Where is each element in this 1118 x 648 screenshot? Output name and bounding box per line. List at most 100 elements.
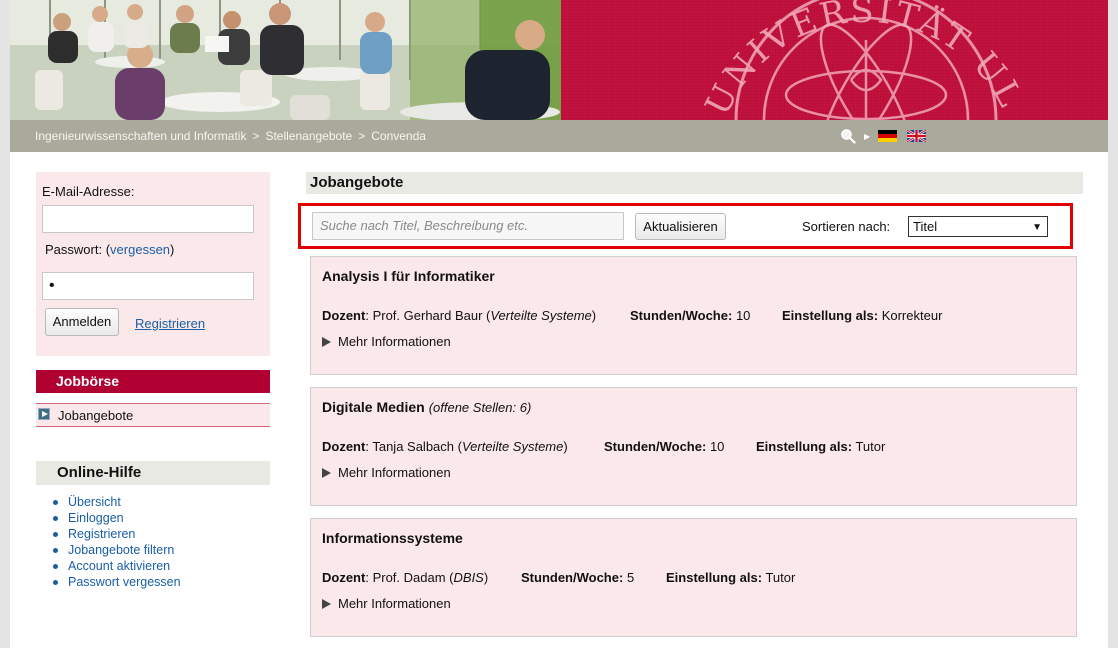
password-label-text: Passwort: xyxy=(45,242,103,257)
help-link-register[interactable]: Registrieren xyxy=(68,527,135,541)
search-input[interactable]: Suche nach Titel, Beschreibung etc. xyxy=(312,212,624,240)
hours-label: Stunden/Woche: xyxy=(604,439,707,454)
hours-value: 5 xyxy=(626,570,635,585)
svg-text:UNIVERSITÄT ULM: UNIVERSITÄT ULM xyxy=(561,0,1031,120)
email-label: E-Mail-Adresse: xyxy=(42,184,135,199)
help-link-login[interactable]: Einloggen xyxy=(68,511,124,525)
paren-close: ) xyxy=(170,242,175,257)
login-button[interactable]: Anmelden xyxy=(45,308,119,336)
job-hours: Stunden/Woche: 10 xyxy=(604,439,724,454)
job-card: Informationssysteme Dozent: Prof. Dadam … xyxy=(310,518,1077,637)
help-list: Übersicht Einloggen Registrieren Jobange… xyxy=(52,494,181,590)
job-role: Einstellung als: Tutor xyxy=(756,439,885,454)
breadcrumb-item-jobs[interactable]: Stellenangebote xyxy=(265,129,352,143)
help-link-overview[interactable]: Übersicht xyxy=(68,495,121,509)
help-heading: Online-Hilfe xyxy=(36,461,270,485)
job-title-text: Analysis I für Informatiker xyxy=(322,268,495,284)
breadcrumb-separator: > xyxy=(252,129,260,143)
dropdown-arrow-icon: ▼ xyxy=(1032,222,1042,233)
breadcrumb: Ingenieurwissenschaften und Informatik > S… xyxy=(35,129,426,143)
site-header: UNIVERSITÄT ULM xyxy=(0,0,1118,120)
more-info-toggle[interactable]: Mehr Informationen xyxy=(322,596,451,611)
password-label: Passwort: (vergessen) xyxy=(45,242,174,257)
password-field[interactable]: • xyxy=(42,272,254,300)
help-item-login: Einloggen xyxy=(52,510,181,526)
role-value: Tutor xyxy=(855,439,886,454)
job-hours: Stunden/Woche: 10 xyxy=(630,308,750,323)
breadcrumb-item-faculty[interactable]: Ingenieurwissenschaften und Informatik xyxy=(35,129,246,143)
job-title: Analysis I für Informatiker xyxy=(322,268,495,284)
role-label: Einstellung als: xyxy=(666,570,763,585)
dozent-name: Prof. Dadam xyxy=(372,570,446,585)
job-role: Einstellung als: Tutor xyxy=(666,570,795,585)
header-tools: ▶ xyxy=(840,127,936,145)
arrow-right-icon xyxy=(38,408,50,420)
dozent-label: Dozent xyxy=(322,570,366,585)
help-item-register: Registrieren xyxy=(52,526,181,542)
dozent-label: Dozent xyxy=(322,439,366,454)
more-info-label: Mehr Informationen xyxy=(338,334,451,349)
search-icon[interactable] xyxy=(840,128,856,144)
hours-label: Stunden/Woche: xyxy=(521,570,624,585)
help-item-activate: Account aktivieren xyxy=(52,558,181,574)
job-title: Digitale Medien (offene Stellen: 6) xyxy=(322,399,531,415)
more-info-label: Mehr Informationen xyxy=(338,465,451,480)
dozent-group: Verteilte Systeme xyxy=(490,308,592,323)
hours-value: 10 xyxy=(709,439,725,454)
page-title: Jobangebote xyxy=(306,172,1083,194)
job-title-text: Informationssysteme xyxy=(322,530,463,546)
breadcrumb-item-convenda[interactable]: Convenda xyxy=(371,129,426,143)
sidebar-item-jobangebote[interactable]: Jobangebote xyxy=(36,403,270,427)
hours-value: 10 xyxy=(735,308,751,323)
help-item-overview: Übersicht xyxy=(52,494,181,510)
triangle-right-icon xyxy=(322,337,331,347)
sidebar-item-label: Jobangebote xyxy=(58,408,134,423)
role-value: Tutor xyxy=(765,570,796,585)
role-value: Korrekteur xyxy=(881,308,943,323)
job-dozent: Dozent: Prof. Dadam (DBIS) xyxy=(322,570,489,585)
breadcrumb-bar: Ingenieurwissenschaften und Informatik > S… xyxy=(10,120,1108,152)
job-dozent: Dozent: Tanja Salbach (Verteilte Systeme… xyxy=(322,439,568,454)
triangle-right-icon xyxy=(322,468,331,478)
university-seal-icon: UNIVERSITÄT ULM xyxy=(561,0,1031,120)
dozent-group: Verteilte Systeme xyxy=(461,439,564,454)
role-label: Einstellung als: xyxy=(756,439,853,454)
register-link[interactable]: Registrieren xyxy=(135,316,205,331)
dozent-group: DBIS xyxy=(453,570,484,585)
jobboerse-heading: Jobbörse xyxy=(36,370,270,393)
sort-selected-value: Titel xyxy=(913,219,938,234)
refresh-button[interactable]: Aktualisieren xyxy=(635,213,726,240)
job-title: Informationssysteme xyxy=(322,530,463,546)
help-link-activate[interactable]: Account aktivieren xyxy=(68,559,170,573)
german-flag-icon[interactable] xyxy=(878,130,898,142)
job-role: Einstellung als: Korrekteur xyxy=(782,308,942,323)
sort-label: Sortieren nach: xyxy=(802,219,891,234)
help-link-filter[interactable]: Jobangebote filtern xyxy=(68,543,174,557)
dozent-name: Prof. Gerhard Baur xyxy=(372,308,483,323)
more-info-toggle[interactable]: Mehr Informationen xyxy=(322,334,451,349)
open-positions-count: (offene Stellen: 6) xyxy=(428,400,532,415)
caret-right-icon: ▶ xyxy=(864,131,871,141)
role-label: Einstellung als: xyxy=(782,308,879,323)
header-photo xyxy=(10,0,561,120)
university-banner: UNIVERSITÄT ULM xyxy=(561,0,1108,120)
hours-label: Stunden/Woche: xyxy=(630,308,733,323)
job-card: Analysis I für Informatiker Dozent: Prof… xyxy=(310,256,1077,375)
job-dozent: Dozent: Prof. Gerhard Baur (Verteilte Sy… xyxy=(322,308,597,323)
job-hours: Stunden/Woche: 5 xyxy=(521,570,634,585)
english-flag-icon[interactable] xyxy=(907,130,927,142)
dozent-label: Dozent xyxy=(322,308,366,323)
help-item-filter: Jobangebote filtern xyxy=(52,542,181,558)
help-item-forgot: Passwort vergessen xyxy=(52,574,181,590)
dozent-name: Tanja Salbach xyxy=(372,439,455,454)
sort-select[interactable]: Titel ▼ xyxy=(908,216,1048,237)
forgot-password-link[interactable]: vergessen xyxy=(110,242,170,257)
triangle-right-icon xyxy=(322,599,331,609)
help-link-forgot[interactable]: Passwort vergessen xyxy=(68,575,181,589)
more-info-label: Mehr Informationen xyxy=(338,596,451,611)
login-panel: E-Mail-Adresse: Passwort: (vergessen) • … xyxy=(36,172,270,356)
email-field[interactable] xyxy=(42,205,254,233)
more-info-toggle[interactable]: Mehr Informationen xyxy=(322,465,451,480)
job-title-text: Digitale Medien xyxy=(322,399,425,415)
filter-bar: Suche nach Titel, Beschreibung etc. Aktu… xyxy=(298,203,1073,249)
